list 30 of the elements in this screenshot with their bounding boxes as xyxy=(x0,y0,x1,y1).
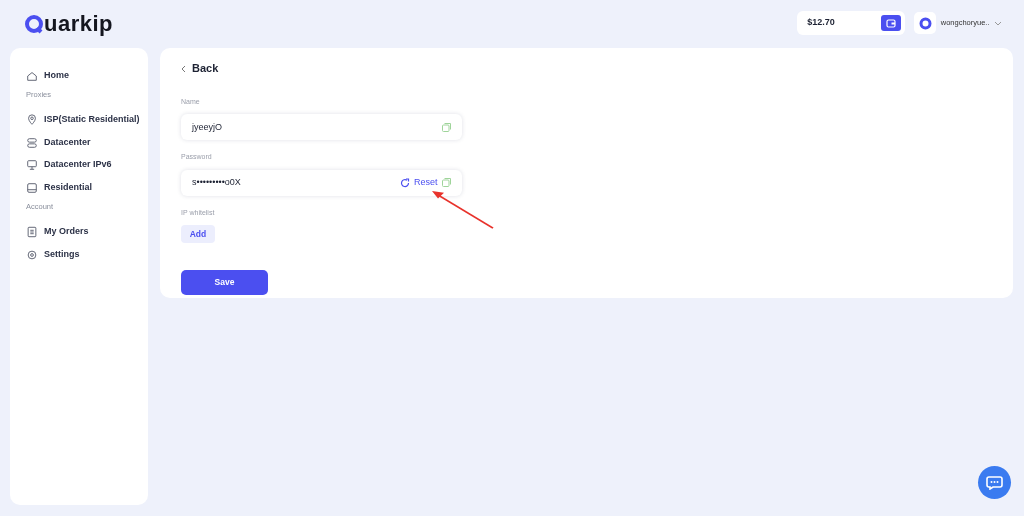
sidebar-item[interactable]: Home xyxy=(44,68,69,83)
location-pin-icon xyxy=(26,114,38,126)
save-button[interactable]: Save xyxy=(181,270,268,296)
sidebar-item[interactable]: Datacenter xyxy=(44,135,91,150)
monitor-icon xyxy=(26,159,38,171)
sidebar-item[interactable]: My Orders xyxy=(44,225,89,239)
wallet-icon xyxy=(886,18,897,28)
back-chevron-icon[interactable] xyxy=(181,64,186,73)
refresh-icon xyxy=(400,177,410,188)
settings-icon xyxy=(26,248,38,261)
home-icon xyxy=(26,69,38,82)
server-icon xyxy=(26,136,38,149)
document-icon xyxy=(26,226,38,238)
drive-icon xyxy=(26,181,38,194)
chat-button[interactable] xyxy=(978,466,1011,499)
add-button[interactable]: Add xyxy=(181,225,215,244)
sidebar-item[interactable]: Settings xyxy=(44,247,80,262)
back-link[interactable]: Back xyxy=(192,60,219,77)
chevron-down-icon[interactable] xyxy=(994,20,1002,26)
sidebar-item[interactable]: ISP(Static Residential) xyxy=(44,113,140,127)
wallet-button[interactable] xyxy=(881,15,902,31)
password-field[interactable]: s•••••••••o0X Reset xyxy=(181,169,462,196)
chat-icon xyxy=(986,475,1003,490)
name-field[interactable]: jyeeyjO xyxy=(181,114,462,141)
logo: uarkip xyxy=(24,6,114,40)
avatar[interactable] xyxy=(914,12,937,34)
balance-amount: $12.70 xyxy=(807,16,835,30)
reset-button[interactable]: Reset xyxy=(400,176,438,190)
sidebar-item[interactable]: Residential xyxy=(44,180,92,195)
sidebar-item[interactable]: Datacenter IPv6 xyxy=(44,158,112,172)
